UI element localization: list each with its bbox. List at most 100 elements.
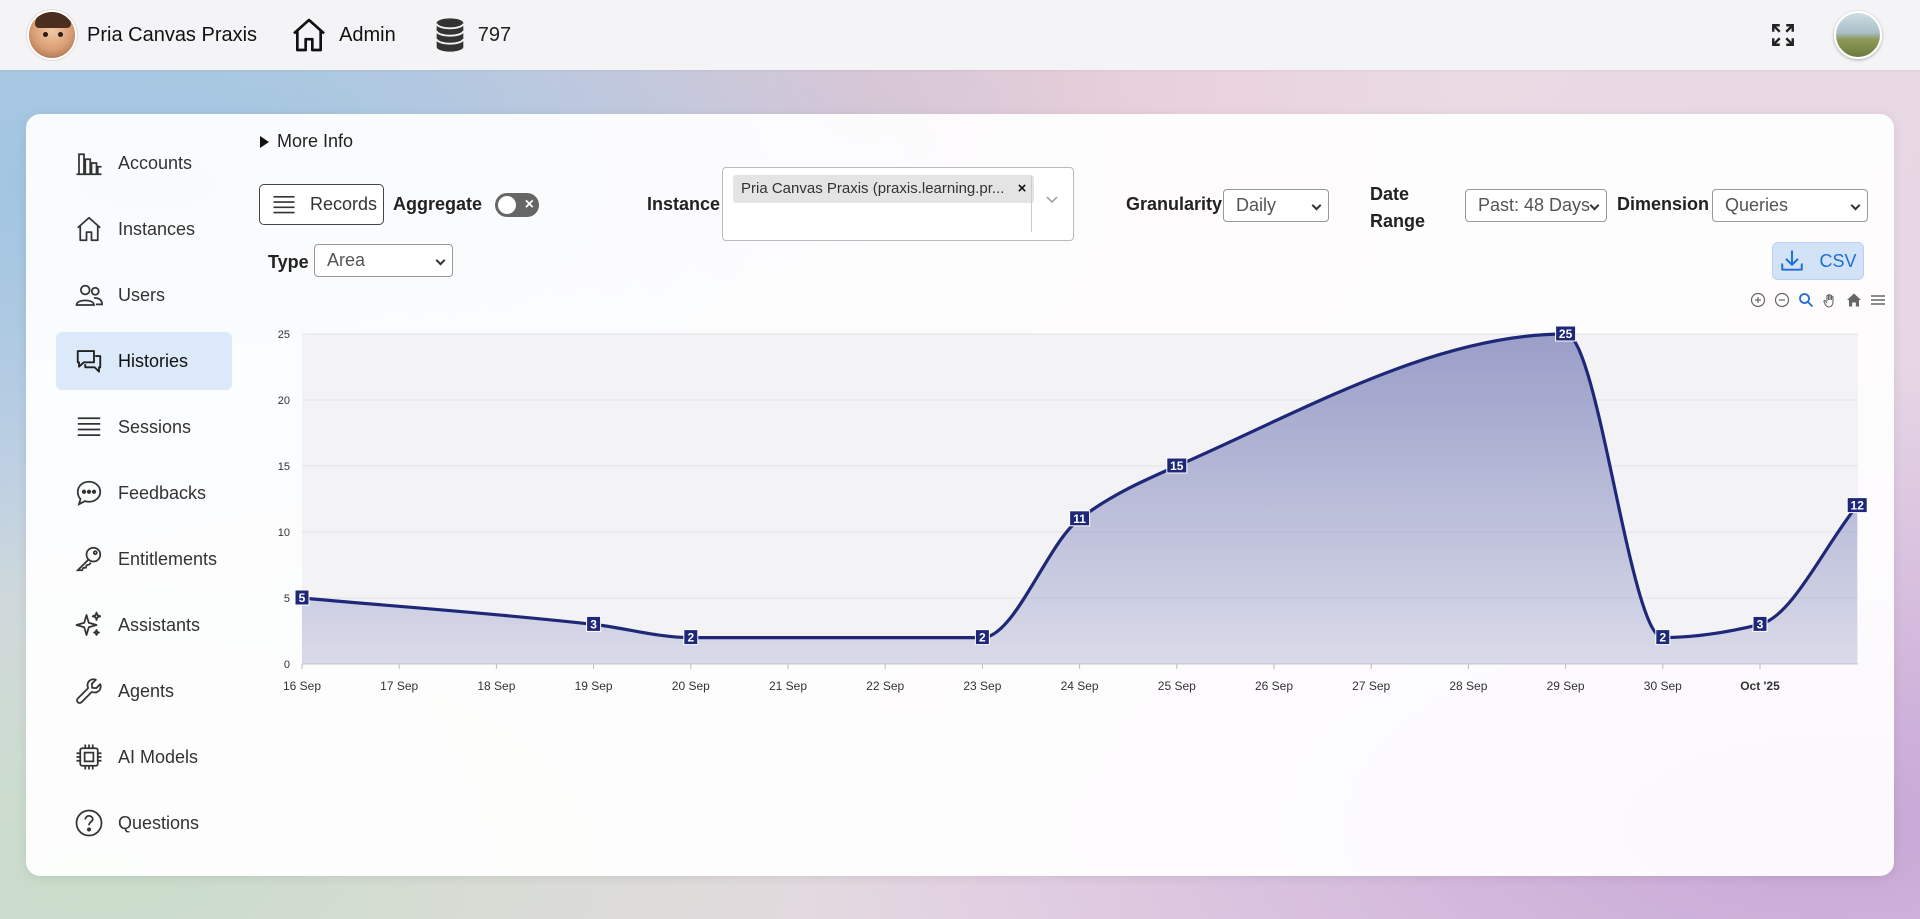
question-icon bbox=[75, 809, 103, 837]
instance-chip: Pria Canvas Praxis (praxis.learning.pr..… bbox=[733, 175, 1035, 203]
granularity-value: Daily bbox=[1236, 195, 1277, 215]
x-tick-label: 21 Sep bbox=[769, 679, 807, 693]
brand-name[interactable]: Pria Canvas Praxis bbox=[87, 24, 257, 47]
main-panel: Accounts Instances Users Histories Sessi… bbox=[26, 114, 1894, 876]
chevron-down-icon bbox=[1311, 200, 1322, 211]
sidebar-item-label: AI Models bbox=[118, 746, 199, 767]
aggregate-label: Aggregate bbox=[393, 194, 483, 214]
remove-chip-icon[interactable]: × bbox=[1018, 175, 1027, 203]
more-info-label: More Info bbox=[277, 131, 354, 151]
instance-multiselect[interactable]: Pria Canvas Praxis (praxis.learning.pr..… bbox=[722, 167, 1074, 241]
toggle-off-icon: × bbox=[524, 196, 534, 213]
sidebar-item-sessions[interactable]: Sessions bbox=[56, 398, 232, 456]
sidebar-item-entitlements[interactable]: Entitlements bbox=[56, 530, 232, 588]
chevron-down-icon bbox=[435, 255, 446, 266]
sidebar-item-histories[interactable]: Histories bbox=[56, 332, 232, 390]
bar-chart-icon bbox=[76, 153, 102, 176]
x-tick-label: 18 Sep bbox=[477, 679, 515, 693]
sidebar-item-label: Assistants bbox=[118, 614, 201, 635]
list-icon bbox=[273, 195, 295, 213]
data-label: 12 bbox=[1851, 499, 1865, 513]
y-tick-label: 25 bbox=[278, 329, 290, 341]
home-icon bbox=[293, 18, 325, 52]
x-tick-label: 22 Sep bbox=[866, 679, 904, 693]
x-tick-label: 26 Sep bbox=[1255, 679, 1293, 693]
granularity-select[interactable]: Daily bbox=[1223, 189, 1329, 222]
sidebar-item-users[interactable]: Users bbox=[56, 266, 232, 324]
x-tick-label: 19 Sep bbox=[575, 679, 613, 693]
content-area: More Info Records Aggregate × Instance P… bbox=[258, 114, 1885, 876]
data-label: 15 bbox=[1170, 459, 1184, 473]
x-tick-label: 30 Sep bbox=[1644, 679, 1682, 693]
sidebar-item-label: Feedbacks bbox=[118, 482, 207, 503]
chat-bubbles-icon bbox=[76, 350, 102, 373]
admin-link[interactable]: Admin bbox=[289, 15, 396, 55]
x-tick-label: 28 Sep bbox=[1449, 679, 1487, 693]
brand[interactable]: Pria Canvas Praxis bbox=[27, 10, 257, 60]
dimension-label: Dimension bbox=[1617, 194, 1710, 214]
y-tick-label: 5 bbox=[284, 593, 290, 605]
key-icon bbox=[75, 546, 102, 572]
data-label: 5 bbox=[299, 591, 306, 605]
sidebar-item-questions[interactable]: Questions bbox=[56, 794, 232, 852]
x-tick-label: 25 Sep bbox=[1158, 679, 1196, 693]
database-icon bbox=[435, 18, 465, 52]
data-label: 11 bbox=[1073, 512, 1086, 526]
sidebar-item-accounts[interactable]: Accounts bbox=[56, 134, 232, 192]
date-range-select[interactable]: Past: 48 Days bbox=[1465, 189, 1607, 222]
sidebar-item-label: Histories bbox=[118, 350, 189, 371]
dimension-select[interactable]: Queries bbox=[1712, 189, 1868, 222]
chip-icon bbox=[76, 744, 102, 770]
top-bar: Pria Canvas Praxis Admin 797 bbox=[0, 0, 1920, 70]
records-button[interactable]: Records bbox=[259, 184, 384, 225]
sidebar-item-ai-models[interactable]: AI Models bbox=[56, 728, 232, 786]
sidebar-item-assistants[interactable]: Assistants bbox=[56, 596, 232, 654]
data-label: 25 bbox=[1559, 327, 1573, 341]
sidebar-item-label: Accounts bbox=[118, 152, 193, 173]
data-label: 3 bbox=[1757, 617, 1764, 631]
x-tick-label: Oct '25 bbox=[1740, 679, 1780, 693]
x-tick-label: 17 Sep bbox=[380, 679, 418, 693]
admin-label: Admin bbox=[339, 23, 396, 46]
chart-type-value: Area bbox=[327, 250, 366, 270]
divider bbox=[1031, 176, 1032, 232]
x-tick-label: 16 Sep bbox=[283, 679, 321, 693]
home-icon bbox=[77, 216, 101, 242]
x-tick-label: 24 Sep bbox=[1061, 679, 1099, 693]
user-avatar[interactable] bbox=[27, 10, 77, 60]
date-range-label: Date Range bbox=[1370, 184, 1426, 231]
wrench-icon bbox=[76, 678, 102, 704]
sidebar-item-label: Entitlements bbox=[118, 548, 218, 569]
profile-avatar[interactable] bbox=[1834, 11, 1882, 59]
granularity-label: Granularity bbox=[1126, 194, 1223, 214]
x-tick-label: 23 Sep bbox=[963, 679, 1001, 693]
sidebar-item-feedbacks[interactable]: Feedbacks bbox=[56, 464, 232, 522]
expand-icon[interactable] bbox=[1770, 22, 1796, 48]
x-tick-label: 27 Sep bbox=[1352, 679, 1390, 693]
x-tick-label: 20 Sep bbox=[672, 679, 710, 693]
sidebar-item-label: Sessions bbox=[118, 416, 192, 437]
chevron-down-icon bbox=[1589, 200, 1600, 211]
chart-type-select[interactable]: Area bbox=[314, 244, 453, 277]
sidebar-item-agents[interactable]: Agents bbox=[56, 662, 232, 720]
aggregate-toggle[interactable]: × bbox=[495, 193, 539, 217]
csv-download-button[interactable]: CSV bbox=[1772, 242, 1864, 280]
download-icon bbox=[1781, 250, 1804, 271]
dimension-value: Queries bbox=[1725, 195, 1789, 215]
y-tick-label: 20 bbox=[278, 395, 290, 407]
toggle-knob bbox=[498, 196, 516, 214]
more-info-toggle[interactable]: More Info bbox=[260, 131, 353, 152]
sidebar-item-instances[interactable]: Instances bbox=[56, 200, 232, 258]
data-label: 3 bbox=[590, 617, 597, 631]
date-range-value: Past: 48 Days bbox=[1478, 195, 1591, 215]
area-chart: 051015202516 Sep 17 Sep 18 Sep 19 Sep 20 Sep… bbox=[278, 325, 1868, 693]
sidebar-item-label: Agents bbox=[118, 680, 175, 701]
y-tick-label: 10 bbox=[278, 527, 290, 539]
y-tick-label: 0 bbox=[284, 659, 290, 671]
records-label: Records bbox=[310, 194, 378, 214]
data-label: 2 bbox=[687, 631, 694, 645]
chevron-down-icon[interactable] bbox=[1045, 192, 1059, 206]
sidebar-item-label: Questions bbox=[118, 812, 200, 833]
y-tick-label: 15 bbox=[278, 461, 290, 473]
sidebar: Accounts Instances Users Histories Sessi… bbox=[56, 134, 232, 860]
